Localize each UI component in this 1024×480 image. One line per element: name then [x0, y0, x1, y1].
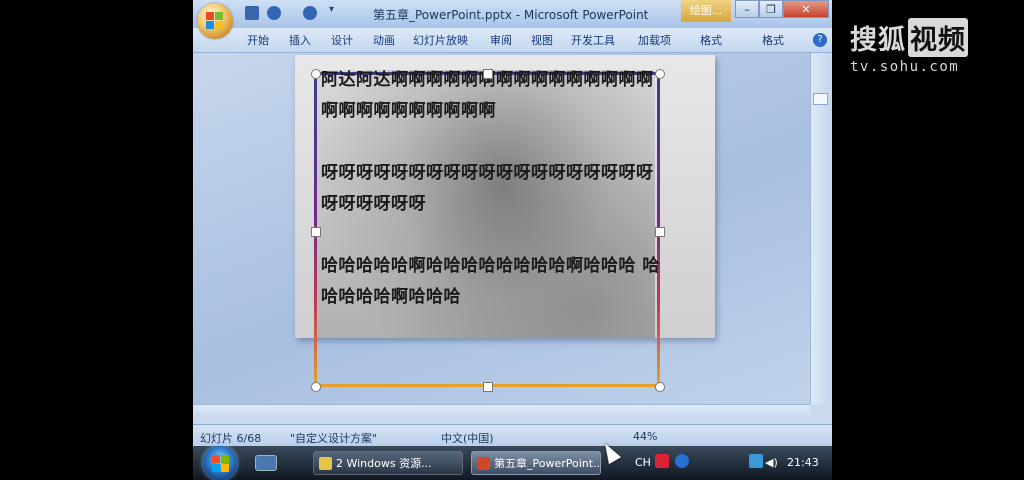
- tab-review[interactable]: 审阅: [490, 32, 512, 48]
- ribbon-tabs: 开始 插入 设计 动画 幻灯片放映 审阅 视图 开发工具 加载项 格式 格式 ?: [193, 28, 832, 53]
- paragraph-ha[interactable]: 哈哈哈哈哈啊哈哈哈哈哈哈哈哈啊哈哈哈 哈哈哈哈哈啊哈哈哈: [321, 251, 661, 313]
- undo-icon[interactable]: [267, 6, 281, 20]
- customize-toolbar-icon[interactable]: ▾: [329, 4, 334, 18]
- sohu-url: tv.sohu.com: [850, 59, 960, 75]
- taskbar-powerpoint-label: 第五章_PowerPoint...: [494, 457, 601, 470]
- tab-format-picture[interactable]: 格式: [762, 32, 784, 48]
- paragraph-ya[interactable]: 呀呀呀呀呀呀呀呀呀呀呀呀呀呀呀呀呀呀呀呀呀呀呀呀呀: [321, 158, 661, 220]
- tab-animations[interactable]: 动画: [373, 32, 395, 48]
- resize-handle-bottom-right[interactable]: [655, 382, 665, 392]
- restore-button[interactable]: ❐: [759, 0, 783, 18]
- sohu-logo: 搜狐 视频: [850, 18, 968, 57]
- horizontal-scrollbar[interactable]: [193, 404, 810, 419]
- resize-handle-right[interactable]: [655, 227, 665, 237]
- start-button[interactable]: [203, 446, 237, 480]
- status-bar: 幻灯片 6/68 "自定义设计方案" 中文(中国) 44%: [193, 424, 832, 447]
- taskbar-powerpoint-button[interactable]: 第五章_PowerPoint...: [471, 451, 601, 475]
- redo-icon[interactable]: [303, 6, 317, 20]
- resize-handle-top-right[interactable]: [655, 69, 665, 79]
- tab-addins[interactable]: 加载项: [638, 32, 671, 48]
- network-icon[interactable]: [749, 454, 763, 468]
- tab-format-drawing[interactable]: 格式: [700, 32, 722, 48]
- resize-handle-top-left[interactable]: [311, 69, 321, 79]
- taskbar-explorer-button[interactable]: 2 Windows 资源...: [313, 451, 463, 475]
- taskbar-explorer-label: 2 Windows 资源...: [336, 457, 432, 470]
- tab-view[interactable]: 视图: [531, 32, 553, 48]
- zoom-level[interactable]: 44%: [633, 430, 657, 443]
- drawing-tools-context-tab[interactable]: 绘图...: [681, 0, 731, 22]
- tab-slideshow[interactable]: 幻灯片放映: [413, 32, 468, 48]
- save-icon[interactable]: [245, 6, 259, 20]
- windows-taskbar: 2 Windows 资源... 第五章_PowerPoint... CH ◀) …: [193, 446, 832, 480]
- window-title: 第五章_PowerPoint.pptx - Microsoft PowerPoi…: [373, 8, 649, 22]
- resize-handle-bottom[interactable]: [483, 382, 493, 392]
- tab-developer[interactable]: 开发工具: [571, 32, 615, 48]
- office-logo-icon: [206, 12, 224, 30]
- sohu-watermark: 搜狐 视频 tv.sohu.com: [850, 18, 968, 75]
- clock-time[interactable]: 21:43: [787, 456, 819, 469]
- powerpoint-icon: [477, 457, 490, 470]
- volume-icon[interactable]: ◀): [765, 456, 778, 469]
- slide-counter: 幻灯片 6/68: [200, 432, 262, 445]
- office-button[interactable]: [197, 3, 233, 39]
- resize-handle-left[interactable]: [311, 227, 321, 237]
- tab-design[interactable]: 设计: [331, 32, 353, 48]
- title-bar: ▾ 第五章_PowerPoint.pptx - Microsoft PowerP…: [193, 0, 832, 39]
- app-screen: ▾ 第五章_PowerPoint.pptx - Microsoft PowerP…: [193, 0, 832, 480]
- folder-icon: [319, 457, 332, 470]
- show-desktop-icon[interactable]: [255, 455, 277, 471]
- sohu-logo-text: 搜狐: [850, 25, 906, 56]
- help-tray-icon[interactable]: [675, 454, 689, 468]
- system-tray: CH ◀) 21:43: [633, 446, 832, 480]
- language-indicator[interactable]: 中文(中国): [441, 430, 494, 446]
- minimize-button[interactable]: –: [735, 0, 759, 18]
- resize-handle-top[interactable]: [483, 69, 493, 79]
- sohu-logo-box: 视频: [908, 18, 968, 57]
- close-button[interactable]: ✕: [783, 0, 829, 18]
- input-language[interactable]: CH: [635, 456, 651, 469]
- vertical-scrollbar[interactable]: [810, 53, 829, 404]
- selected-text-box[interactable]: 阿达阿达啊啊啊啊啊啊啊啊啊啊啊啊啊啊啊啊啊啊啊啊啊啊啊啊啊 呀呀呀呀呀呀呀呀呀呀…: [311, 69, 665, 392]
- tab-home[interactable]: 开始: [247, 32, 269, 48]
- tab-insert[interactable]: 插入: [289, 32, 311, 48]
- help-icon[interactable]: ?: [813, 33, 827, 47]
- sogou-icon[interactable]: [655, 454, 669, 468]
- resize-handle-bottom-left[interactable]: [311, 382, 321, 392]
- slide-editing-area[interactable]: 阿达阿达啊啊啊啊啊啊啊啊啊啊啊啊啊啊啊啊啊啊啊啊啊啊啊啊啊 呀呀呀呀呀呀呀呀呀呀…: [193, 53, 810, 404]
- theme-name: "自定义设计方案": [290, 432, 378, 445]
- scrollbar-thumb[interactable]: [813, 93, 828, 105]
